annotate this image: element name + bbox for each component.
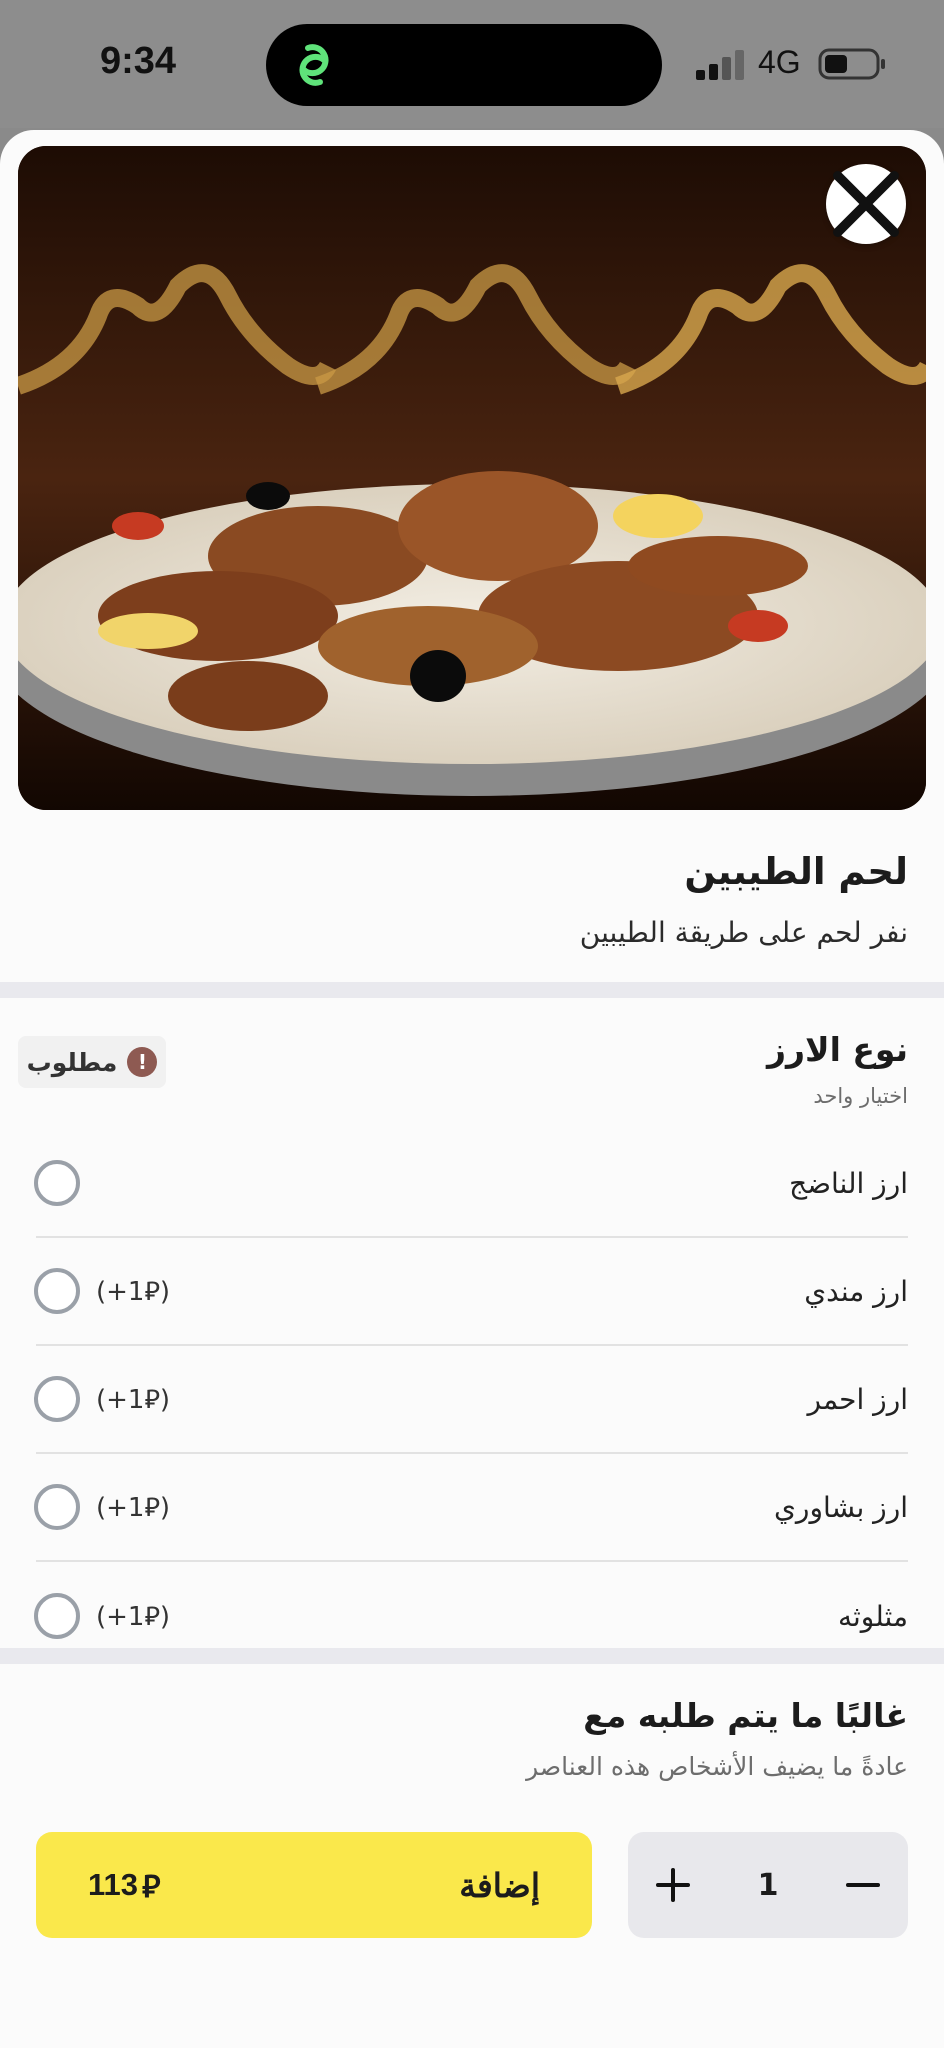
quantity-value: 1 [757, 1867, 779, 1903]
radio-button[interactable] [34, 1484, 80, 1530]
status-bar: 9:34 4G [0, 0, 944, 128]
add-to-cart-button[interactable]: إضافة 113 ⃁ [36, 1832, 592, 1938]
rice-option[interactable]: ارز احمر (+1⃁) [34, 1346, 908, 1454]
rice-section-title: نوع الارز [767, 1030, 908, 1069]
increment-button[interactable] [628, 1832, 718, 1938]
radio-button[interactable] [34, 1268, 80, 1314]
section-divider [0, 982, 944, 998]
rice-option[interactable]: ارز بشاوري (+1⃁) [34, 1454, 908, 1562]
required-label: مطلوب [26, 1047, 118, 1077]
close-icon [833, 171, 899, 237]
item-description: نفر لحم على طريقة الطيبين [579, 916, 908, 949]
decrement-button[interactable] [818, 1832, 908, 1938]
minus-icon [846, 1883, 880, 1887]
radio-button[interactable] [34, 1160, 80, 1206]
rice-option[interactable]: ارز مندي (+1⃁) [34, 1238, 908, 1346]
status-time: 9:34 [100, 40, 177, 82]
cellular-signal-icon [696, 50, 744, 80]
dynamic-island [266, 24, 662, 106]
rice-option[interactable]: ارز الناضج [34, 1130, 908, 1238]
upsell-section-subtitle: عادةً ما يضيف الأشخاص هذه العناصر [526, 1752, 908, 1781]
price-value: 113 [88, 1867, 139, 1902]
plus-icon [656, 1868, 690, 1902]
rice-option-label: ارز بشاوري [774, 1490, 908, 1524]
network-type: 4G [758, 44, 801, 80]
add-button-label: إضافة [459, 1866, 540, 1904]
rice-option-price: (+1⃁) [96, 1492, 171, 1523]
currency-symbol: ⃁ [142, 1868, 161, 1904]
item-photo [18, 146, 926, 810]
item-detail-sheet: لحم الطيبين نفر لحم على طريقة الطيبين نو… [0, 130, 944, 2048]
battery-icon [818, 48, 885, 80]
rice-option-price: (+1⃁) [96, 1276, 171, 1307]
kabsa-dish-image [18, 146, 926, 810]
required-badge: ! مطلوب [18, 1036, 166, 1088]
quantity-stepper: 1 [628, 1832, 908, 1938]
item-title: لحم الطيبين [684, 850, 908, 893]
rice-option-price: (+1⃁) [96, 1384, 171, 1415]
alert-icon: ! [127, 1047, 158, 1077]
rice-section-subtitle: اختيار واحد [813, 1084, 908, 1108]
radio-button[interactable] [34, 1376, 80, 1422]
rice-option-label: ارز مندي [804, 1274, 908, 1308]
rice-option-label: ارز احمر [807, 1382, 908, 1416]
total-price: 113 ⃁ [88, 1832, 160, 1938]
rice-option-label: ارز الناضج [789, 1166, 908, 1200]
radio-button[interactable] [34, 1593, 80, 1639]
close-button[interactable] [826, 164, 906, 244]
link-activity-icon [299, 44, 329, 86]
upsell-section-title: غالبًا ما يتم طلبه مع [583, 1696, 908, 1735]
section-divider [0, 1648, 944, 1664]
